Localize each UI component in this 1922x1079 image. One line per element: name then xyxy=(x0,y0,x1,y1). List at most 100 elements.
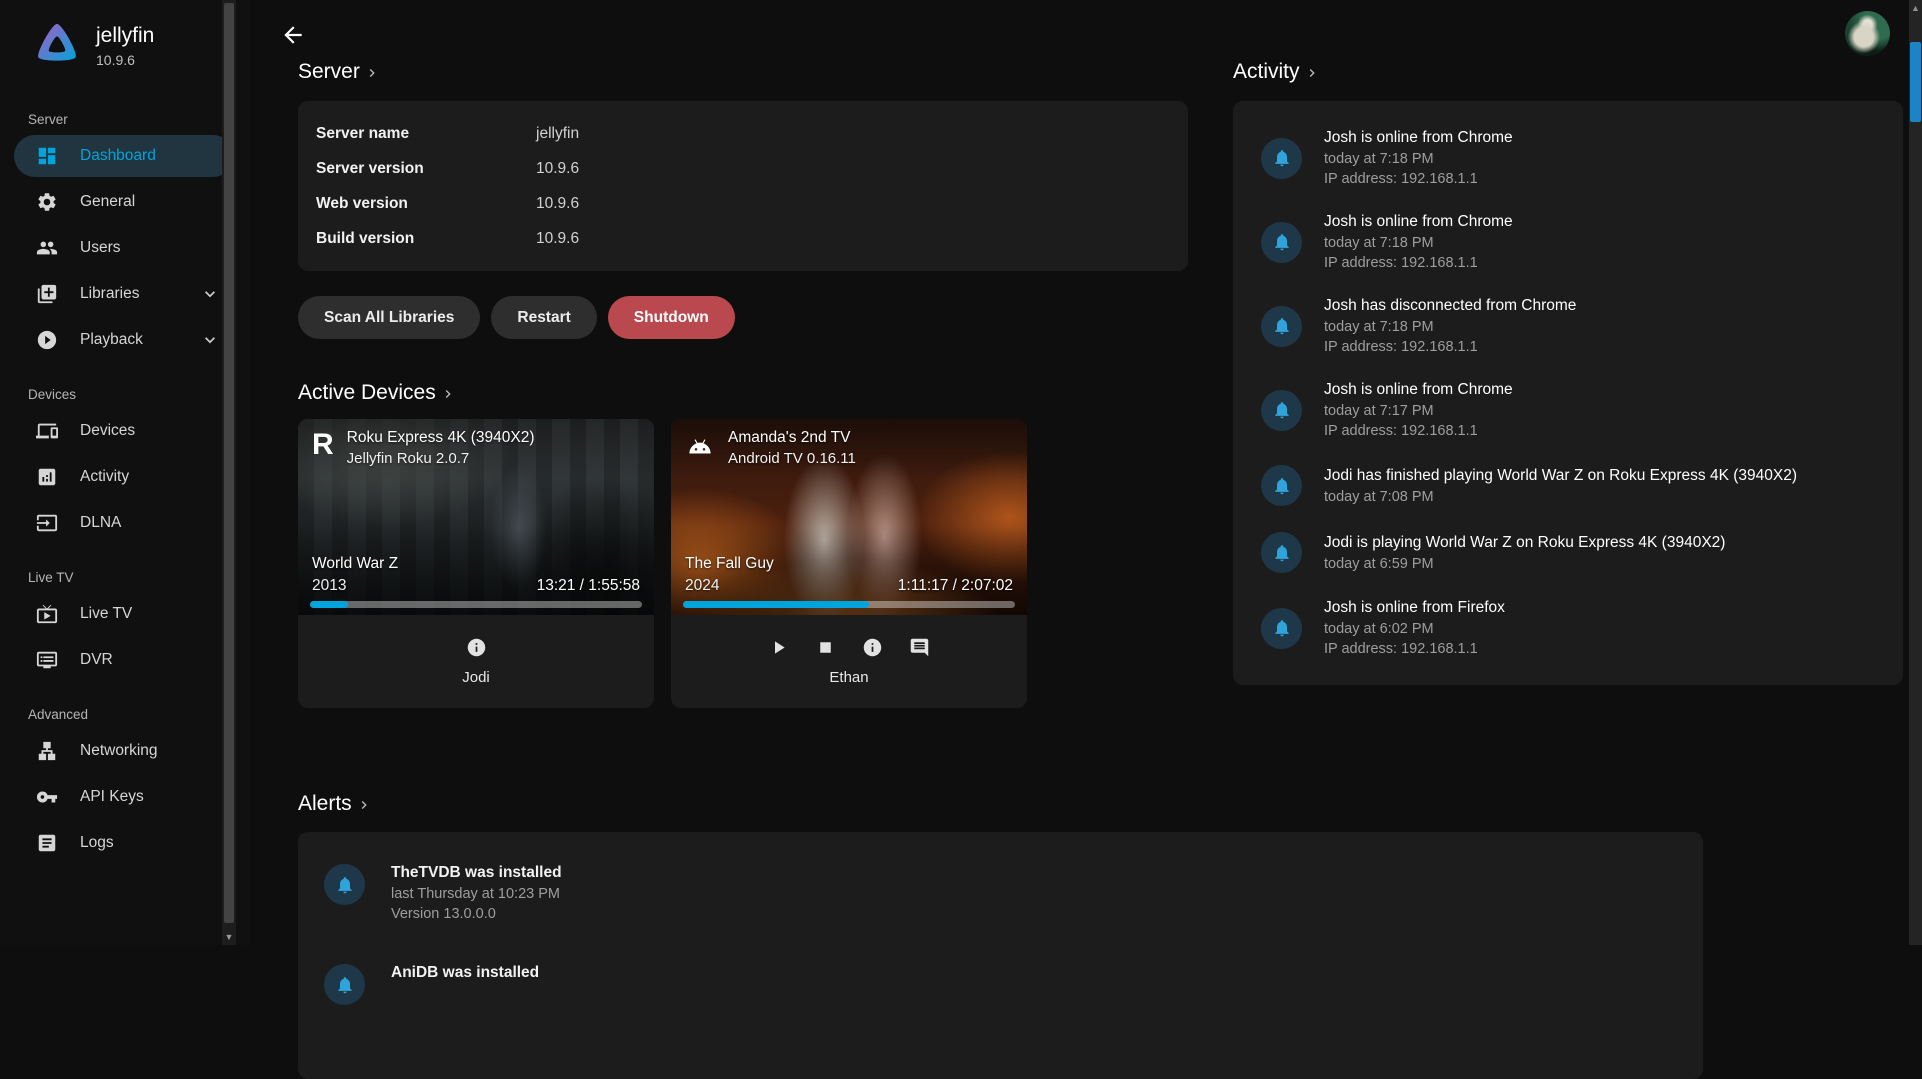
sidebar-item-live-tv[interactable]: Live TV xyxy=(14,593,234,635)
alert-item: AniDB was installed xyxy=(298,950,1703,1019)
jellyfin-logo-icon xyxy=(36,22,78,64)
chevron-down-icon[interactable] xyxy=(200,284,220,304)
media-title: The Fall Guy xyxy=(685,555,774,573)
user-avatar[interactable] xyxy=(1845,11,1890,56)
window-scrollbar[interactable]: ▲ xyxy=(1909,0,1922,945)
restart-button[interactable]: Restart xyxy=(491,296,596,339)
users-icon xyxy=(36,237,58,259)
scroll-down-arrow-icon[interactable]: ▼ xyxy=(222,932,236,942)
gear-icon xyxy=(36,191,58,213)
device-name: Roku Express 4K (3940X2) xyxy=(347,429,535,447)
server-version-label: Server version xyxy=(316,160,536,178)
playback-time: 1:11:17 / 2:07:02 xyxy=(898,577,1013,595)
activity-chart-icon xyxy=(36,466,58,488)
device-card-footer: Ethan xyxy=(671,615,1027,708)
activity-item: Jodi has finished playing World War Z on… xyxy=(1233,452,1903,519)
sidebar-item-logs[interactable]: Logs xyxy=(14,822,234,864)
session-info-button[interactable] xyxy=(466,637,487,658)
active-devices-title-text: Active Devices xyxy=(298,381,436,405)
web-version-value: 10.9.6 xyxy=(536,195,579,213)
window-scrollbar-thumb[interactable] xyxy=(1910,42,1921,122)
chevron-right-icon xyxy=(1304,63,1320,81)
sidebar-section-server: Server xyxy=(28,112,250,127)
notification-bell-icon xyxy=(1261,222,1302,263)
notification-bell-icon xyxy=(1261,608,1302,649)
sidebar-item-general[interactable]: General xyxy=(14,181,234,223)
activity-item-ip: IP address: 192.168.1.1 xyxy=(1324,171,1513,187)
dashboard-icon xyxy=(36,145,58,167)
media-year: 2013 xyxy=(312,577,398,595)
alerts-title[interactable]: Alerts xyxy=(298,792,1703,816)
sidebar-item-label: Devices xyxy=(80,422,135,440)
sidebar-item-dlna[interactable]: DLNA xyxy=(14,502,234,544)
notification-bell-icon xyxy=(1261,532,1302,573)
arrow-back-icon xyxy=(280,22,306,48)
stop-icon xyxy=(815,637,836,658)
sidebar-item-libraries[interactable]: Libraries xyxy=(14,273,234,315)
input-icon xyxy=(36,512,58,534)
alert-title: TheTVDB was installed xyxy=(391,864,562,882)
app-logo[interactable]: jellyfin 10.9.6 xyxy=(0,0,250,68)
scroll-up-arrow-icon[interactable]: ▲ xyxy=(1909,3,1922,13)
sidebar-item-label: Networking xyxy=(80,742,158,760)
library-add-icon xyxy=(36,283,58,305)
sidebar-item-playback[interactable]: Playback xyxy=(14,319,234,361)
sidebar-scrollbar-thumb[interactable] xyxy=(224,3,234,923)
playback-progress-bar xyxy=(310,601,642,608)
notification-bell-icon xyxy=(1261,390,1302,431)
notification-bell-icon xyxy=(1261,465,1302,506)
alerts-title-text: Alerts xyxy=(298,792,352,816)
back-button[interactable] xyxy=(278,20,308,50)
playback-progress-fill xyxy=(310,601,348,608)
send-message-button[interactable] xyxy=(909,637,930,658)
chevron-right-icon xyxy=(364,63,380,81)
sidebar-item-networking[interactable]: Networking xyxy=(14,730,234,772)
sidebar-item-dvr[interactable]: DVR xyxy=(14,639,234,681)
activity-item-title: Josh is online from Chrome xyxy=(1324,381,1513,399)
sidebar-item-dashboard[interactable]: Dashboard xyxy=(14,135,234,177)
sidebar-item-activity[interactable]: Activity xyxy=(14,456,234,498)
activity-item-time: today at 7:18 PM xyxy=(1324,319,1576,335)
sidebar: jellyfin 10.9.6 Server Dashboard General… xyxy=(0,0,250,945)
chevron-right-icon xyxy=(356,795,372,813)
alerts-panel: TheTVDB was installed last Thursday at 1… xyxy=(298,832,1703,1079)
activity-title[interactable]: Activity xyxy=(1233,60,1903,84)
scan-all-libraries-button[interactable]: Scan All Libraries xyxy=(298,296,480,339)
alert-item: TheTVDB was installed last Thursday at 1… xyxy=(298,850,1703,936)
activity-item-time: today at 6:02 PM xyxy=(1324,621,1505,637)
play-button[interactable] xyxy=(768,637,789,658)
sidebar-item-label: Logs xyxy=(80,834,114,852)
server-info-row: Server name jellyfin xyxy=(298,116,1188,151)
activity-item: Josh is online from Chrome today at 7:17… xyxy=(1233,368,1903,452)
sidebar-item-users[interactable]: Users xyxy=(14,227,234,269)
activity-item-title: Josh is online from Chrome xyxy=(1324,213,1513,231)
session-info-button[interactable] xyxy=(862,637,883,658)
sidebar-scrollbar[interactable]: ▼ xyxy=(222,0,236,945)
chevron-down-icon[interactable] xyxy=(200,330,220,350)
device-card-roku: R Roku Express 4K (3940X2) Jellyfin Roku… xyxy=(298,419,654,708)
server-info-row: Server version 10.9.6 xyxy=(298,151,1188,186)
activity-title-text: Activity xyxy=(1233,60,1300,84)
device-card-footer: Jodi xyxy=(298,615,654,708)
sidebar-item-label: Dashboard xyxy=(80,147,156,165)
info-icon xyxy=(466,637,487,658)
sidebar-item-label: General xyxy=(80,193,135,211)
activity-item-time: today at 7:18 PM xyxy=(1324,151,1513,167)
device-name: Amanda's 2nd TV xyxy=(728,429,856,447)
logs-icon xyxy=(36,832,58,854)
shutdown-button[interactable]: Shutdown xyxy=(608,296,735,339)
media-title: World War Z xyxy=(312,555,398,573)
stop-button[interactable] xyxy=(815,637,836,658)
activity-item-time: today at 7:18 PM xyxy=(1324,235,1513,251)
server-info-row: Build version 10.9.6 xyxy=(298,221,1188,256)
dvr-icon xyxy=(36,649,58,671)
sidebar-item-api-keys[interactable]: API Keys xyxy=(14,776,234,818)
activity-item-ip: IP address: 192.168.1.1 xyxy=(1324,641,1505,657)
playback-progress-fill xyxy=(683,601,869,608)
sidebar-item-label: Activity xyxy=(80,468,129,486)
alert-time: last Thursday at 10:23 PM xyxy=(391,886,562,902)
sidebar-item-devices[interactable]: Devices xyxy=(14,410,234,452)
android-logo-icon xyxy=(685,429,715,461)
lan-icon xyxy=(36,740,58,762)
sidebar-section-livetv: Live TV xyxy=(28,570,250,585)
